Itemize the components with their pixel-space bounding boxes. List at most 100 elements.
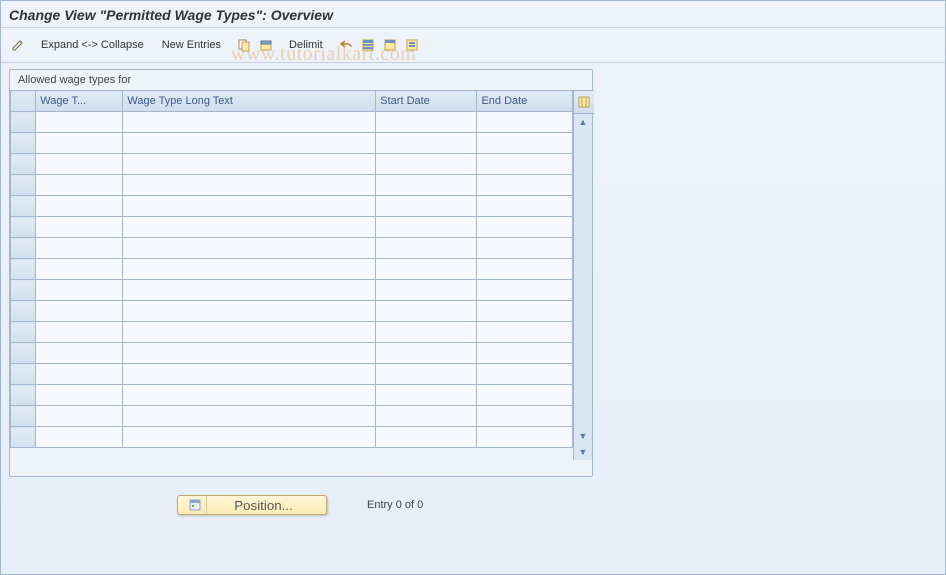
cell-end_date[interactable]	[477, 280, 572, 300]
row-selector[interactable]	[11, 133, 36, 154]
deselect-all-button[interactable]	[379, 35, 401, 55]
row-selector[interactable]	[11, 175, 36, 196]
table-settings-button[interactable]	[401, 35, 423, 55]
cell-long_text[interactable]	[123, 217, 375, 237]
row-selector[interactable]	[11, 217, 36, 238]
cell-wage_type[interactable]	[36, 364, 122, 384]
cell-wage_type[interactable]	[36, 175, 122, 195]
cell-end_date[interactable]	[477, 406, 572, 426]
cell-long_text[interactable]	[123, 427, 375, 447]
col-long-text[interactable]: Wage Type Long Text	[123, 91, 376, 112]
col-wage-type[interactable]: Wage T...	[36, 91, 123, 112]
cell-end_date[interactable]	[477, 301, 572, 321]
cell-long_text[interactable]	[123, 196, 375, 216]
vertical-scrollbar[interactable]: ▲ ▼ ▼	[573, 90, 592, 460]
cell-start_date[interactable]	[376, 112, 476, 132]
cell-long_text[interactable]	[123, 406, 375, 426]
cell-start_date[interactable]	[376, 238, 476, 258]
cell-long_text[interactable]	[123, 133, 375, 153]
cell-wage_type[interactable]	[36, 406, 122, 426]
cell-start_date[interactable]	[376, 259, 476, 279]
copy-button[interactable]	[233, 35, 255, 55]
scroll-down-icon-2[interactable]: ▼	[575, 444, 591, 460]
cell-long_text[interactable]	[123, 238, 375, 258]
cell-wage_type[interactable]	[36, 196, 122, 216]
undo-button[interactable]	[335, 35, 357, 55]
row-selector[interactable]	[11, 196, 36, 217]
delimit-button[interactable]: Delimit	[283, 35, 329, 55]
cell-wage_type[interactable]	[36, 238, 122, 258]
cell-long_text[interactable]	[123, 301, 375, 321]
position-button[interactable]: Position...	[177, 495, 327, 515]
cell-end_date[interactable]	[477, 259, 572, 279]
cell-end_date[interactable]	[477, 112, 572, 132]
cell-long_text[interactable]	[123, 322, 375, 342]
cell-wage_type[interactable]	[36, 385, 122, 405]
expand-collapse-button[interactable]: Expand <-> Collapse	[35, 35, 150, 55]
cell-long_text[interactable]	[123, 154, 375, 174]
cell-wage_type[interactable]	[36, 322, 122, 342]
cell-wage_type[interactable]	[36, 427, 122, 447]
delete-button[interactable]	[255, 35, 277, 55]
row-selector[interactable]	[11, 301, 36, 322]
scroll-down-icon[interactable]: ▼	[575, 428, 591, 444]
cell-end_date[interactable]	[477, 364, 572, 384]
cell-end_date[interactable]	[477, 427, 572, 447]
cell-start_date[interactable]	[376, 322, 476, 342]
cell-long_text[interactable]	[123, 343, 375, 363]
cell-start_date[interactable]	[376, 154, 476, 174]
cell-end_date[interactable]	[477, 196, 572, 216]
cell-long_text[interactable]	[123, 280, 375, 300]
cell-wage_type[interactable]	[36, 112, 122, 132]
cell-start_date[interactable]	[376, 175, 476, 195]
cell-wage_type[interactable]	[36, 301, 122, 321]
cell-end_date[interactable]	[477, 343, 572, 363]
cell-start_date[interactable]	[376, 196, 476, 216]
cell-wage_type[interactable]	[36, 217, 122, 237]
cell-long_text[interactable]	[123, 259, 375, 279]
cell-end_date[interactable]	[477, 154, 572, 174]
scroll-up-icon[interactable]: ▲	[575, 114, 591, 130]
cell-long_text[interactable]	[123, 175, 375, 195]
cell-end_date[interactable]	[477, 322, 572, 342]
row-selector[interactable]	[11, 154, 36, 175]
row-selector[interactable]	[11, 238, 36, 259]
cell-wage_type[interactable]	[36, 280, 122, 300]
cell-end_date[interactable]	[477, 238, 572, 258]
cell-start_date[interactable]	[376, 133, 476, 153]
cell-end_date[interactable]	[477, 133, 572, 153]
row-selector[interactable]	[11, 280, 36, 301]
row-selector[interactable]	[11, 343, 36, 364]
cell-start_date[interactable]	[376, 427, 476, 447]
cell-start_date[interactable]	[376, 385, 476, 405]
cell-start_date[interactable]	[376, 406, 476, 426]
col-start-date[interactable]: Start Date	[376, 91, 477, 112]
row-selector[interactable]	[11, 364, 36, 385]
cell-start_date[interactable]	[376, 343, 476, 363]
cell-wage_type[interactable]	[36, 259, 122, 279]
cell-end_date[interactable]	[477, 175, 572, 195]
select-all-button[interactable]	[357, 35, 379, 55]
row-selector[interactable]	[11, 406, 36, 427]
row-selector[interactable]	[11, 427, 36, 448]
cell-end_date[interactable]	[477, 217, 572, 237]
row-selector[interactable]	[11, 322, 36, 343]
new-entries-button[interactable]: New Entries	[156, 35, 227, 55]
row-selector[interactable]	[11, 385, 36, 406]
row-selector[interactable]	[11, 112, 36, 133]
configure-columns-button[interactable]	[573, 90, 594, 114]
cell-wage_type[interactable]	[36, 154, 122, 174]
cell-long_text[interactable]	[123, 385, 375, 405]
cell-start_date[interactable]	[376, 217, 476, 237]
row-selector-header[interactable]	[11, 91, 36, 112]
col-end-date[interactable]: End Date	[477, 91, 573, 112]
cell-start_date[interactable]	[376, 364, 476, 384]
cell-start_date[interactable]	[376, 301, 476, 321]
change-mode-button[interactable]	[7, 35, 29, 55]
cell-long_text[interactable]	[123, 112, 375, 132]
cell-start_date[interactable]	[376, 280, 476, 300]
row-selector[interactable]	[11, 259, 36, 280]
cell-long_text[interactable]	[123, 364, 375, 384]
cell-wage_type[interactable]	[36, 133, 122, 153]
cell-wage_type[interactable]	[36, 343, 122, 363]
